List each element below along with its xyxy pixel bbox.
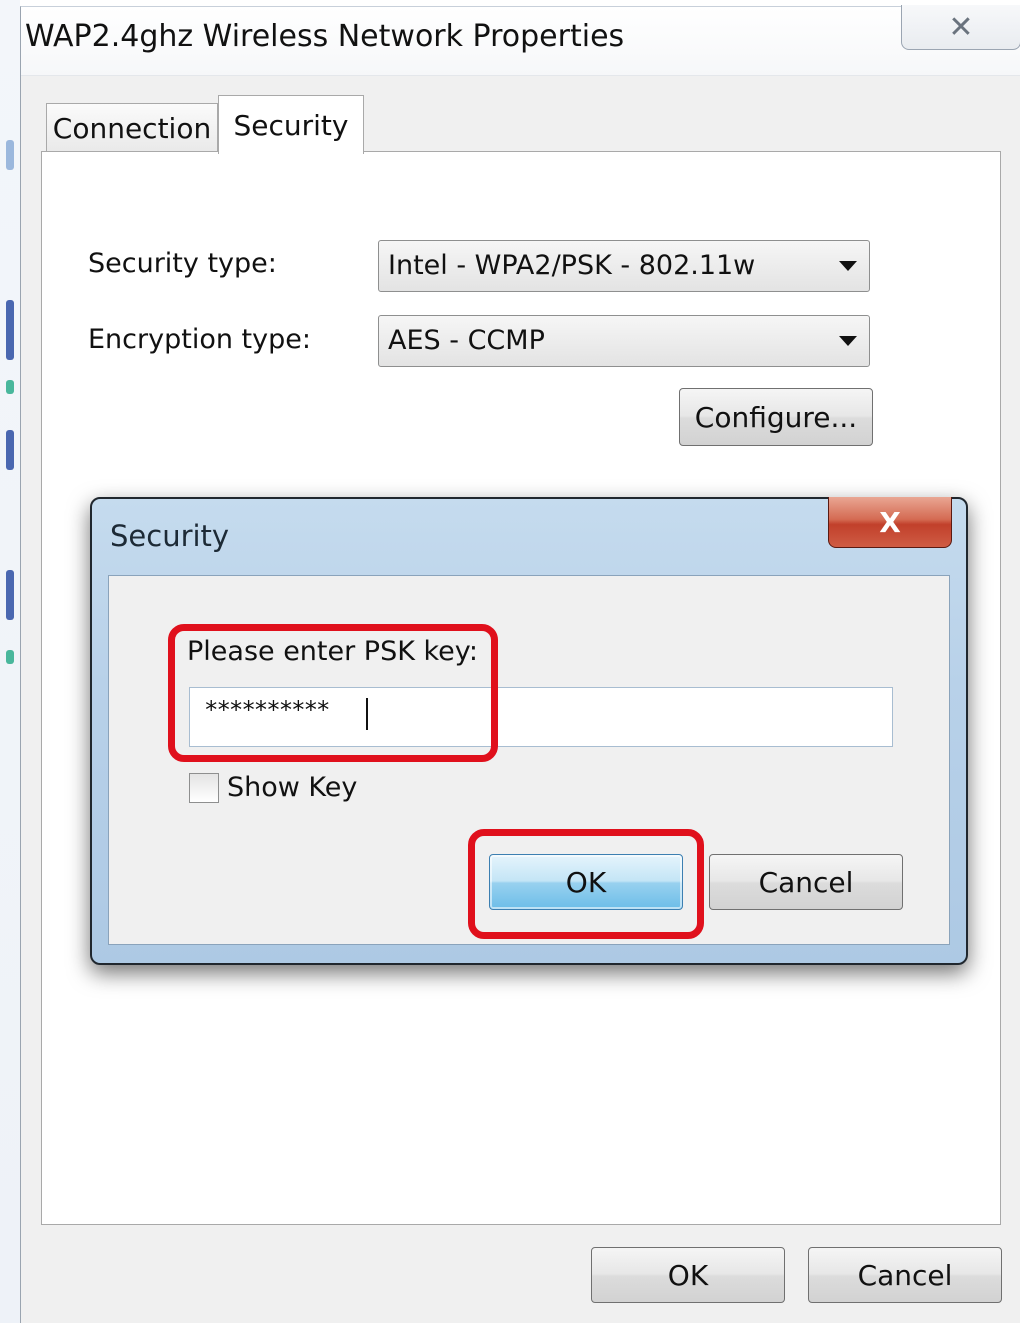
window-title: WAP2.4ghz Wireless Network Properties bbox=[25, 19, 625, 54]
window-close-button[interactable]: ✕ bbox=[901, 5, 1020, 50]
background-window-edge bbox=[0, 0, 20, 1323]
screen: WAP2.4ghz Wireless Network Properties ✕ … bbox=[0, 0, 1020, 1323]
psk-key-input[interactable]: ********** bbox=[189, 687, 893, 747]
cancel-button[interactable]: Cancel bbox=[808, 1247, 1002, 1303]
show-key-label[interactable]: Show Key bbox=[227, 772, 357, 803]
encryption-type-select[interactable]: AES - CCMP bbox=[378, 315, 870, 367]
configure-button[interactable]: Configure... bbox=[679, 388, 873, 446]
security-type-select[interactable]: Intel - WPA2/PSK - 802.11w bbox=[378, 240, 870, 292]
security-type-label: Security type: bbox=[88, 248, 277, 279]
background-blip bbox=[6, 300, 14, 360]
background-blip bbox=[6, 570, 14, 620]
psk-key-label: Please enter PSK key: bbox=[187, 636, 478, 667]
close-icon: ✕ bbox=[948, 9, 974, 45]
background-blip bbox=[6, 650, 14, 664]
dropdown-arrow-icon bbox=[839, 261, 857, 271]
background-blip bbox=[6, 380, 14, 394]
security-ok-button[interactable]: OK bbox=[489, 854, 683, 910]
background-blip bbox=[6, 140, 14, 170]
tab-security-label: Security bbox=[233, 108, 349, 142]
text-caret bbox=[366, 698, 368, 730]
tab-connection[interactable]: Connection bbox=[46, 103, 218, 152]
background-blip bbox=[6, 430, 14, 470]
window-titlebar[interactable]: WAP2.4ghz Wireless Network Properties ✕ bbox=[21, 5, 1020, 76]
tab-security[interactable]: Security bbox=[218, 95, 364, 154]
tab-connection-label: Connection bbox=[52, 111, 212, 145]
dropdown-arrow-icon bbox=[839, 336, 857, 346]
encryption-type-label: Encryption type: bbox=[88, 324, 311, 355]
psk-key-value: ********** bbox=[204, 696, 330, 724]
security-dialog-close-button[interactable]: X bbox=[828, 497, 952, 548]
close-icon: X bbox=[879, 505, 901, 539]
security-type-value: Intel - WPA2/PSK - 802.11w bbox=[388, 250, 756, 281]
security-dialog: Security X Please enter PSK key: *******… bbox=[90, 497, 968, 965]
security-dialog-body: Please enter PSK key: ********** Show Ke… bbox=[108, 575, 950, 945]
security-dialog-title: Security bbox=[110, 519, 230, 553]
encryption-type-value: AES - CCMP bbox=[388, 325, 545, 356]
show-key-checkbox[interactable] bbox=[189, 773, 219, 803]
security-cancel-button[interactable]: Cancel bbox=[709, 854, 903, 910]
ok-button[interactable]: OK bbox=[591, 1247, 785, 1303]
